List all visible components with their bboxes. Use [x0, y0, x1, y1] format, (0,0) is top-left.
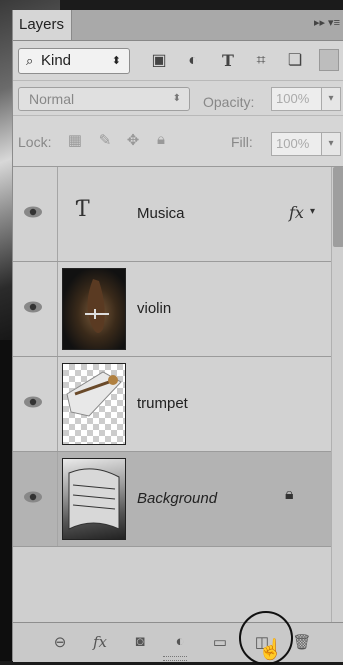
- layer-filter-row: ⌕ Kind ⬍ ▣ ◐ T ⌗ ❏: [13, 40, 343, 81]
- lock-transparent-pixels-icon[interactable]: ▦: [65, 131, 85, 149]
- blend-mode-value: Normal: [29, 91, 75, 107]
- hand-cursor-icon: ☝: [258, 639, 283, 661]
- layers-empty-area: [13, 547, 331, 627]
- layers-panel: Layers ▸▸ ▾≡ ⌕ Kind ⬍ ▣ ◐ T ⌗ ❏ Normal ⬍…: [12, 10, 343, 665]
- chevron-updown-icon: ⬍: [172, 93, 181, 104]
- eye-icon[interactable]: [23, 300, 43, 314]
- row-divider: [57, 167, 58, 261]
- panel-menu-buttons[interactable]: ▸▸ ▾≡: [314, 16, 340, 29]
- layer-thumbnail: [62, 458, 126, 540]
- row-divider: [57, 452, 58, 546]
- chevron-updown-icon: ⬍: [111, 55, 121, 67]
- trumpet-thumbnail-art: [66, 371, 122, 417]
- layer-row-background[interactable]: Background 🔒︎: [13, 452, 331, 547]
- row-divider: [57, 262, 58, 356]
- eye-icon[interactable]: [23, 490, 43, 504]
- fx-icon[interactable]: fx: [289, 203, 304, 222]
- lock-all-icon[interactable]: 🔒︎: [151, 131, 171, 148]
- opacity-label: Opacity:: [203, 94, 255, 110]
- layer-name[interactable]: Background: [137, 490, 217, 507]
- layer-row-trumpet[interactable]: trumpet: [13, 357, 331, 452]
- resize-grip[interactable]: [163, 656, 187, 661]
- fx-icon[interactable]: fx: [89, 633, 111, 651]
- layer-thumbnail: [62, 268, 126, 350]
- opacity-field[interactable]: 100%: [271, 87, 323, 111]
- violin-thumbnail-art: [85, 279, 109, 333]
- expand-effects-icon[interactable]: ▾: [310, 206, 315, 217]
- layers-list: Ƭ Musica fx ▾ violin trumpet Background …: [13, 167, 331, 627]
- lock-image-pixels-icon[interactable]: ✎: [95, 131, 115, 149]
- tab-layers[interactable]: Layers: [13, 10, 72, 40]
- layers-bottom-toolbar: ⊖ fx ◙ ◐ ▭ ◫ 🗑︎ ☝: [13, 611, 343, 665]
- blend-row: Normal ⬍ Opacity: 100% ▾: [13, 81, 343, 116]
- shape-icon[interactable]: ⌗: [251, 52, 271, 70]
- new-group-icon[interactable]: ▭: [209, 633, 231, 651]
- canvas-dark-edge: [0, 340, 12, 661]
- text-layer-icon: Ƭ: [75, 197, 90, 222]
- filter-kind-select[interactable]: ⌕ Kind ⬍: [18, 48, 130, 74]
- search-icon: ⌕: [26, 53, 34, 68]
- filter-toggle-icon[interactable]: [319, 49, 339, 71]
- adjustment-icon[interactable]: ◐: [183, 52, 203, 70]
- lock-label: Lock:: [18, 134, 52, 150]
- lock-position-icon[interactable]: ✥: [123, 131, 143, 149]
- lock-row: Lock: ▦ ✎ ✥ 🔒︎ Fill: 100% ▾: [13, 116, 343, 167]
- panel-tab-bar: Layers ▸▸ ▾≡: [13, 10, 343, 41]
- layer-row-violin[interactable]: violin: [13, 262, 331, 357]
- link-layers-icon[interactable]: ⊖: [49, 633, 71, 651]
- fill-field[interactable]: 100%: [271, 132, 323, 156]
- sheet-music-thumbnail-art: [68, 468, 120, 530]
- layer-row-musica[interactable]: Ƭ Musica fx ▾: [13, 167, 331, 262]
- layer-name[interactable]: violin: [137, 300, 171, 317]
- lock-icon: 🔒︎: [285, 486, 294, 503]
- delete-layer-icon[interactable]: 🗑︎: [291, 633, 313, 651]
- layer-name[interactable]: Musica: [137, 205, 185, 222]
- fill-label: Fill:: [231, 134, 253, 150]
- opacity-dropdown-button[interactable]: ▾: [321, 87, 341, 111]
- filter-kind-label: Kind: [41, 52, 72, 69]
- add-mask-icon[interactable]: ◙: [129, 633, 151, 650]
- image-icon[interactable]: ▣: [149, 52, 169, 70]
- layer-thumbnail: [62, 363, 126, 445]
- eye-icon[interactable]: [23, 205, 43, 219]
- fill-dropdown-button[interactable]: ▾: [321, 132, 341, 156]
- type-icon[interactable]: T: [218, 52, 238, 70]
- adjustment-layer-icon[interactable]: ◐: [169, 633, 191, 650]
- blend-mode-select[interactable]: Normal ⬍: [18, 87, 190, 111]
- row-divider: [57, 357, 58, 451]
- smart-object-icon[interactable]: ❏: [285, 52, 305, 70]
- layers-scrollbar[interactable]: [331, 167, 343, 629]
- layer-name[interactable]: trumpet: [137, 395, 188, 412]
- eye-icon[interactable]: [23, 395, 43, 409]
- scrollbar-thumb[interactable]: [333, 167, 343, 247]
